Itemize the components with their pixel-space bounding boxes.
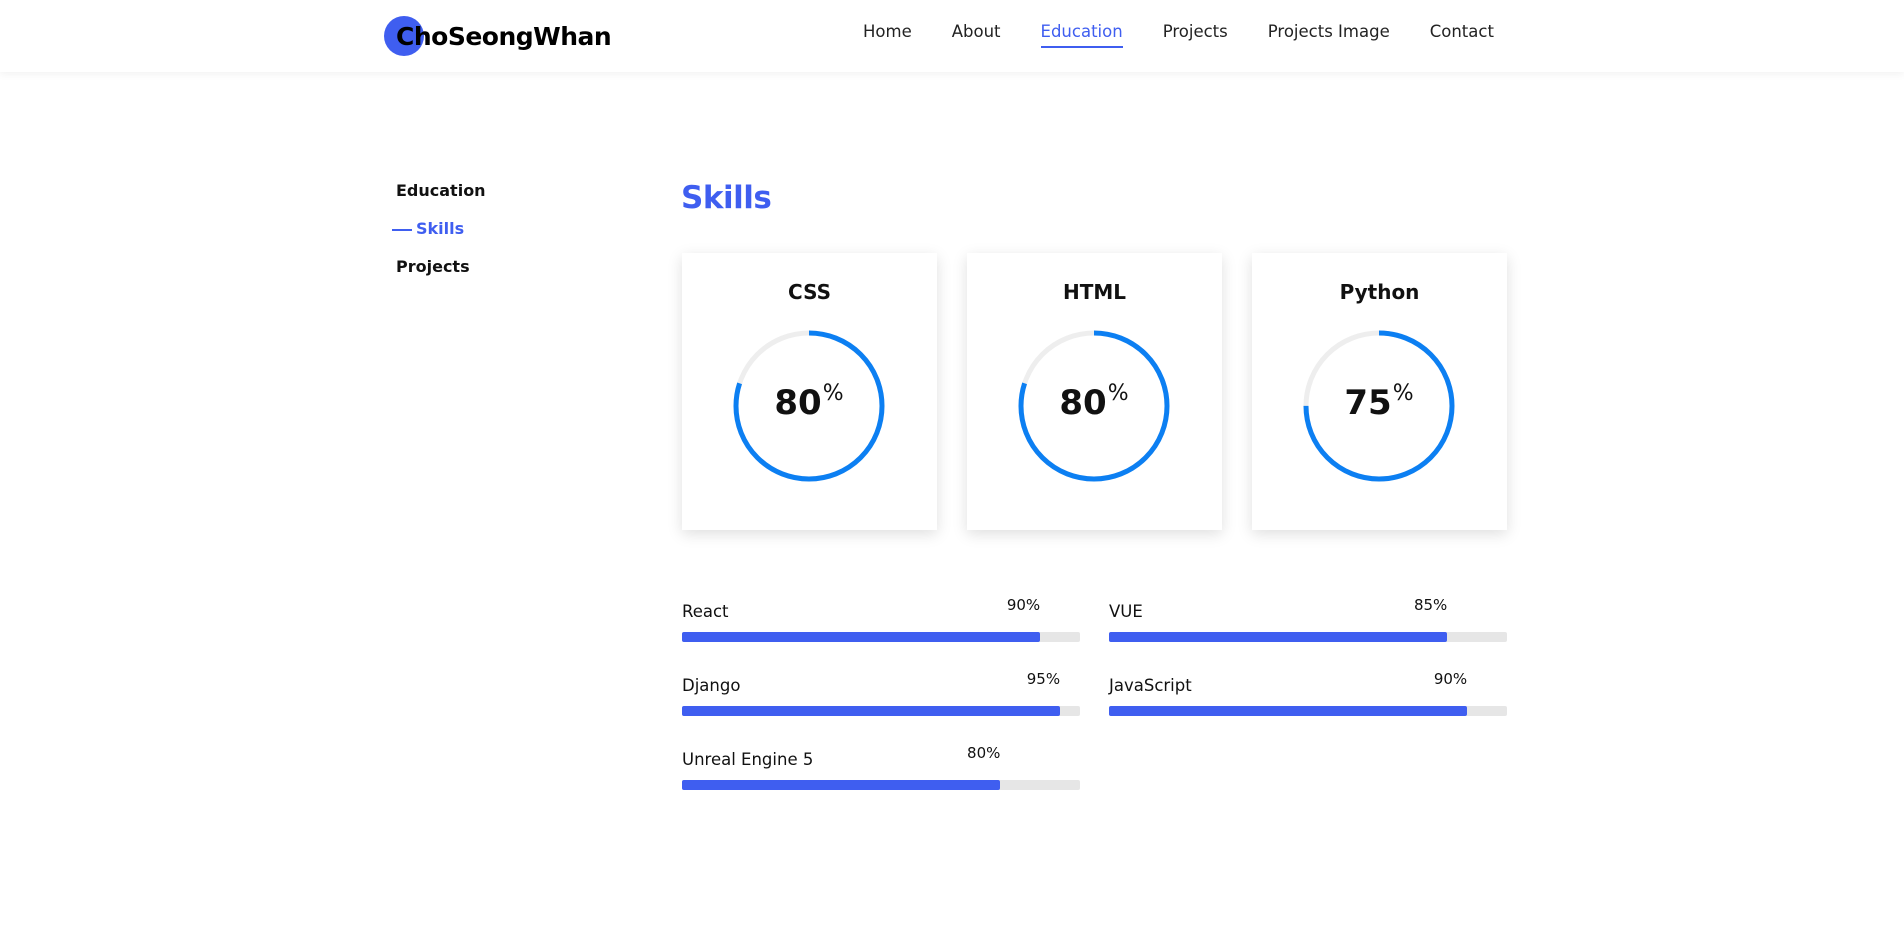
nav-projects[interactable]: Projects — [1163, 22, 1228, 47]
skill-bar-fill — [1109, 632, 1448, 642]
sidenav-item-skills[interactable]: Skills — [392, 218, 486, 256]
skill-card-title: Python — [1339, 280, 1420, 304]
section-sidenav: Education Skills Projects — [392, 180, 486, 294]
skill-bar-fill — [682, 780, 1001, 790]
nav-about[interactable]: About — [952, 22, 1001, 47]
skill-bar-label: VUE — [1109, 602, 1143, 621]
skill-bar-track — [1109, 706, 1507, 716]
skill-bar-value: 85% — [1413, 596, 1448, 614]
skill-bar-fill — [682, 706, 1061, 716]
skill-bar-value: 80% — [967, 744, 1001, 762]
skill-bar-label: Django — [682, 676, 741, 695]
ring-number: 75 — [1344, 383, 1392, 423]
skill-bar-fill — [1109, 706, 1468, 716]
skill-bar: JavaScript 90% — [1109, 670, 1507, 736]
skill-progress-ring: 80% — [1017, 329, 1171, 483]
nav-projects-image[interactable]: Projects Image — [1268, 22, 1390, 47]
ring-number: 80 — [1059, 383, 1107, 423]
ring-unit: % — [1392, 381, 1414, 406]
ring-unit: % — [822, 381, 844, 406]
logo-text: ChoSeongWhan — [396, 21, 612, 51]
sidenav-item-projects[interactable]: Projects — [396, 256, 486, 294]
nav-home[interactable]: Home — [863, 22, 912, 47]
main-nav: Home About Education Projects Projects I… — [863, 22, 1494, 48]
skill-card: HTML 80% — [967, 253, 1222, 530]
sidenav-item-label: Skills — [416, 219, 465, 238]
skill-bar-fill — [682, 632, 1041, 642]
skill-bar-track — [682, 632, 1080, 642]
skill-card-title: HTML — [1062, 280, 1127, 304]
skill-bar-value: 95% — [1026, 670, 1061, 688]
skill-bar: VUE 85% — [1109, 596, 1507, 662]
skill-bar: Django 95% — [682, 670, 1080, 736]
site-header: ChoSeongWhan Home About Education Projec… — [0, 0, 1904, 72]
skill-bar: React 90% — [682, 596, 1080, 662]
skill-bar-track — [1109, 632, 1507, 642]
skill-bar-value: 90% — [1006, 596, 1041, 614]
skill-bar-label: Unreal Engine 5 — [682, 750, 814, 769]
ring-number: 80 — [774, 383, 822, 423]
skill-card-title: CSS — [788, 280, 831, 304]
skill-card: CSS 80% — [682, 253, 937, 530]
skill-bar-track — [682, 706, 1080, 716]
skill-progress-ring: 80% — [732, 329, 886, 483]
skill-bar-value: 90% — [1433, 670, 1468, 688]
skill-bar-label: JavaScript — [1109, 676, 1192, 695]
skill-card: Python 75% — [1252, 253, 1507, 530]
skill-bar: Unreal Engine 5 80% — [682, 744, 1080, 810]
ring-value: 75% — [1302, 381, 1456, 423]
ring-value: 80% — [732, 381, 886, 423]
active-indicator-dash — [392, 229, 412, 231]
nav-education[interactable]: Education — [1040, 22, 1123, 48]
ring-unit: % — [1107, 381, 1129, 406]
skill-progress-ring: 75% — [1302, 329, 1456, 483]
logo[interactable]: ChoSeongWhan — [384, 16, 612, 56]
section-title: Skills — [681, 180, 772, 216]
sidenav-item-education[interactable]: Education — [396, 180, 486, 218]
skill-bar-label: React — [682, 602, 729, 621]
skill-bar-track — [682, 780, 1080, 790]
ring-value: 80% — [1017, 381, 1171, 423]
nav-contact[interactable]: Contact — [1430, 22, 1494, 47]
